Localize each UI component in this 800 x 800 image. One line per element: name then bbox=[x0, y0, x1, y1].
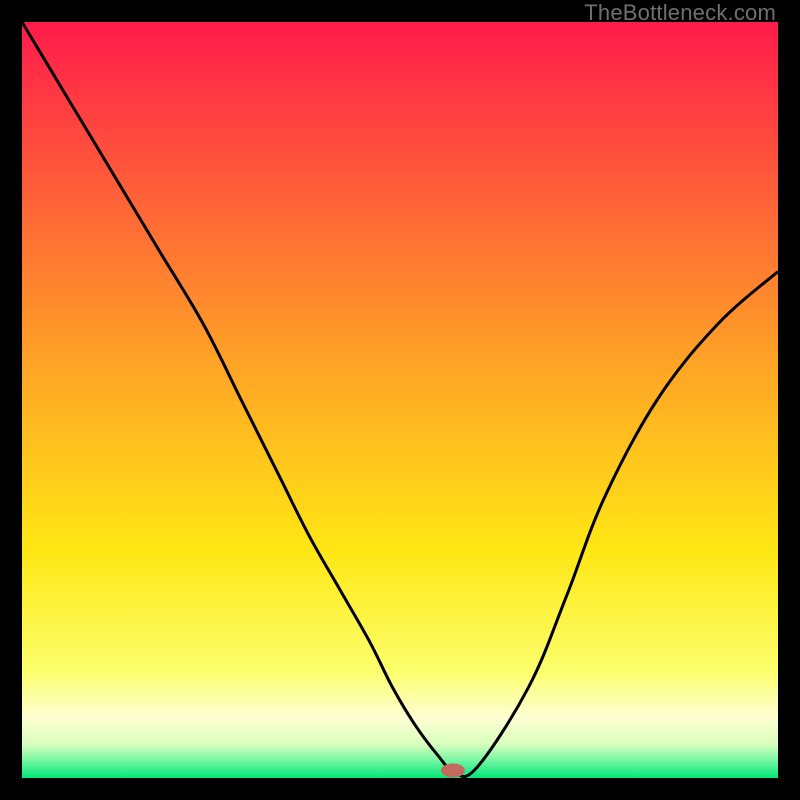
watermark-text: TheBottleneck.com bbox=[584, 0, 776, 26]
chart-plot-area bbox=[22, 22, 778, 778]
chart-background bbox=[22, 22, 778, 778]
chart-frame: TheBottleneck.com bbox=[0, 0, 800, 800]
bottleneck-marker bbox=[441, 763, 465, 777]
chart-svg bbox=[22, 22, 778, 778]
